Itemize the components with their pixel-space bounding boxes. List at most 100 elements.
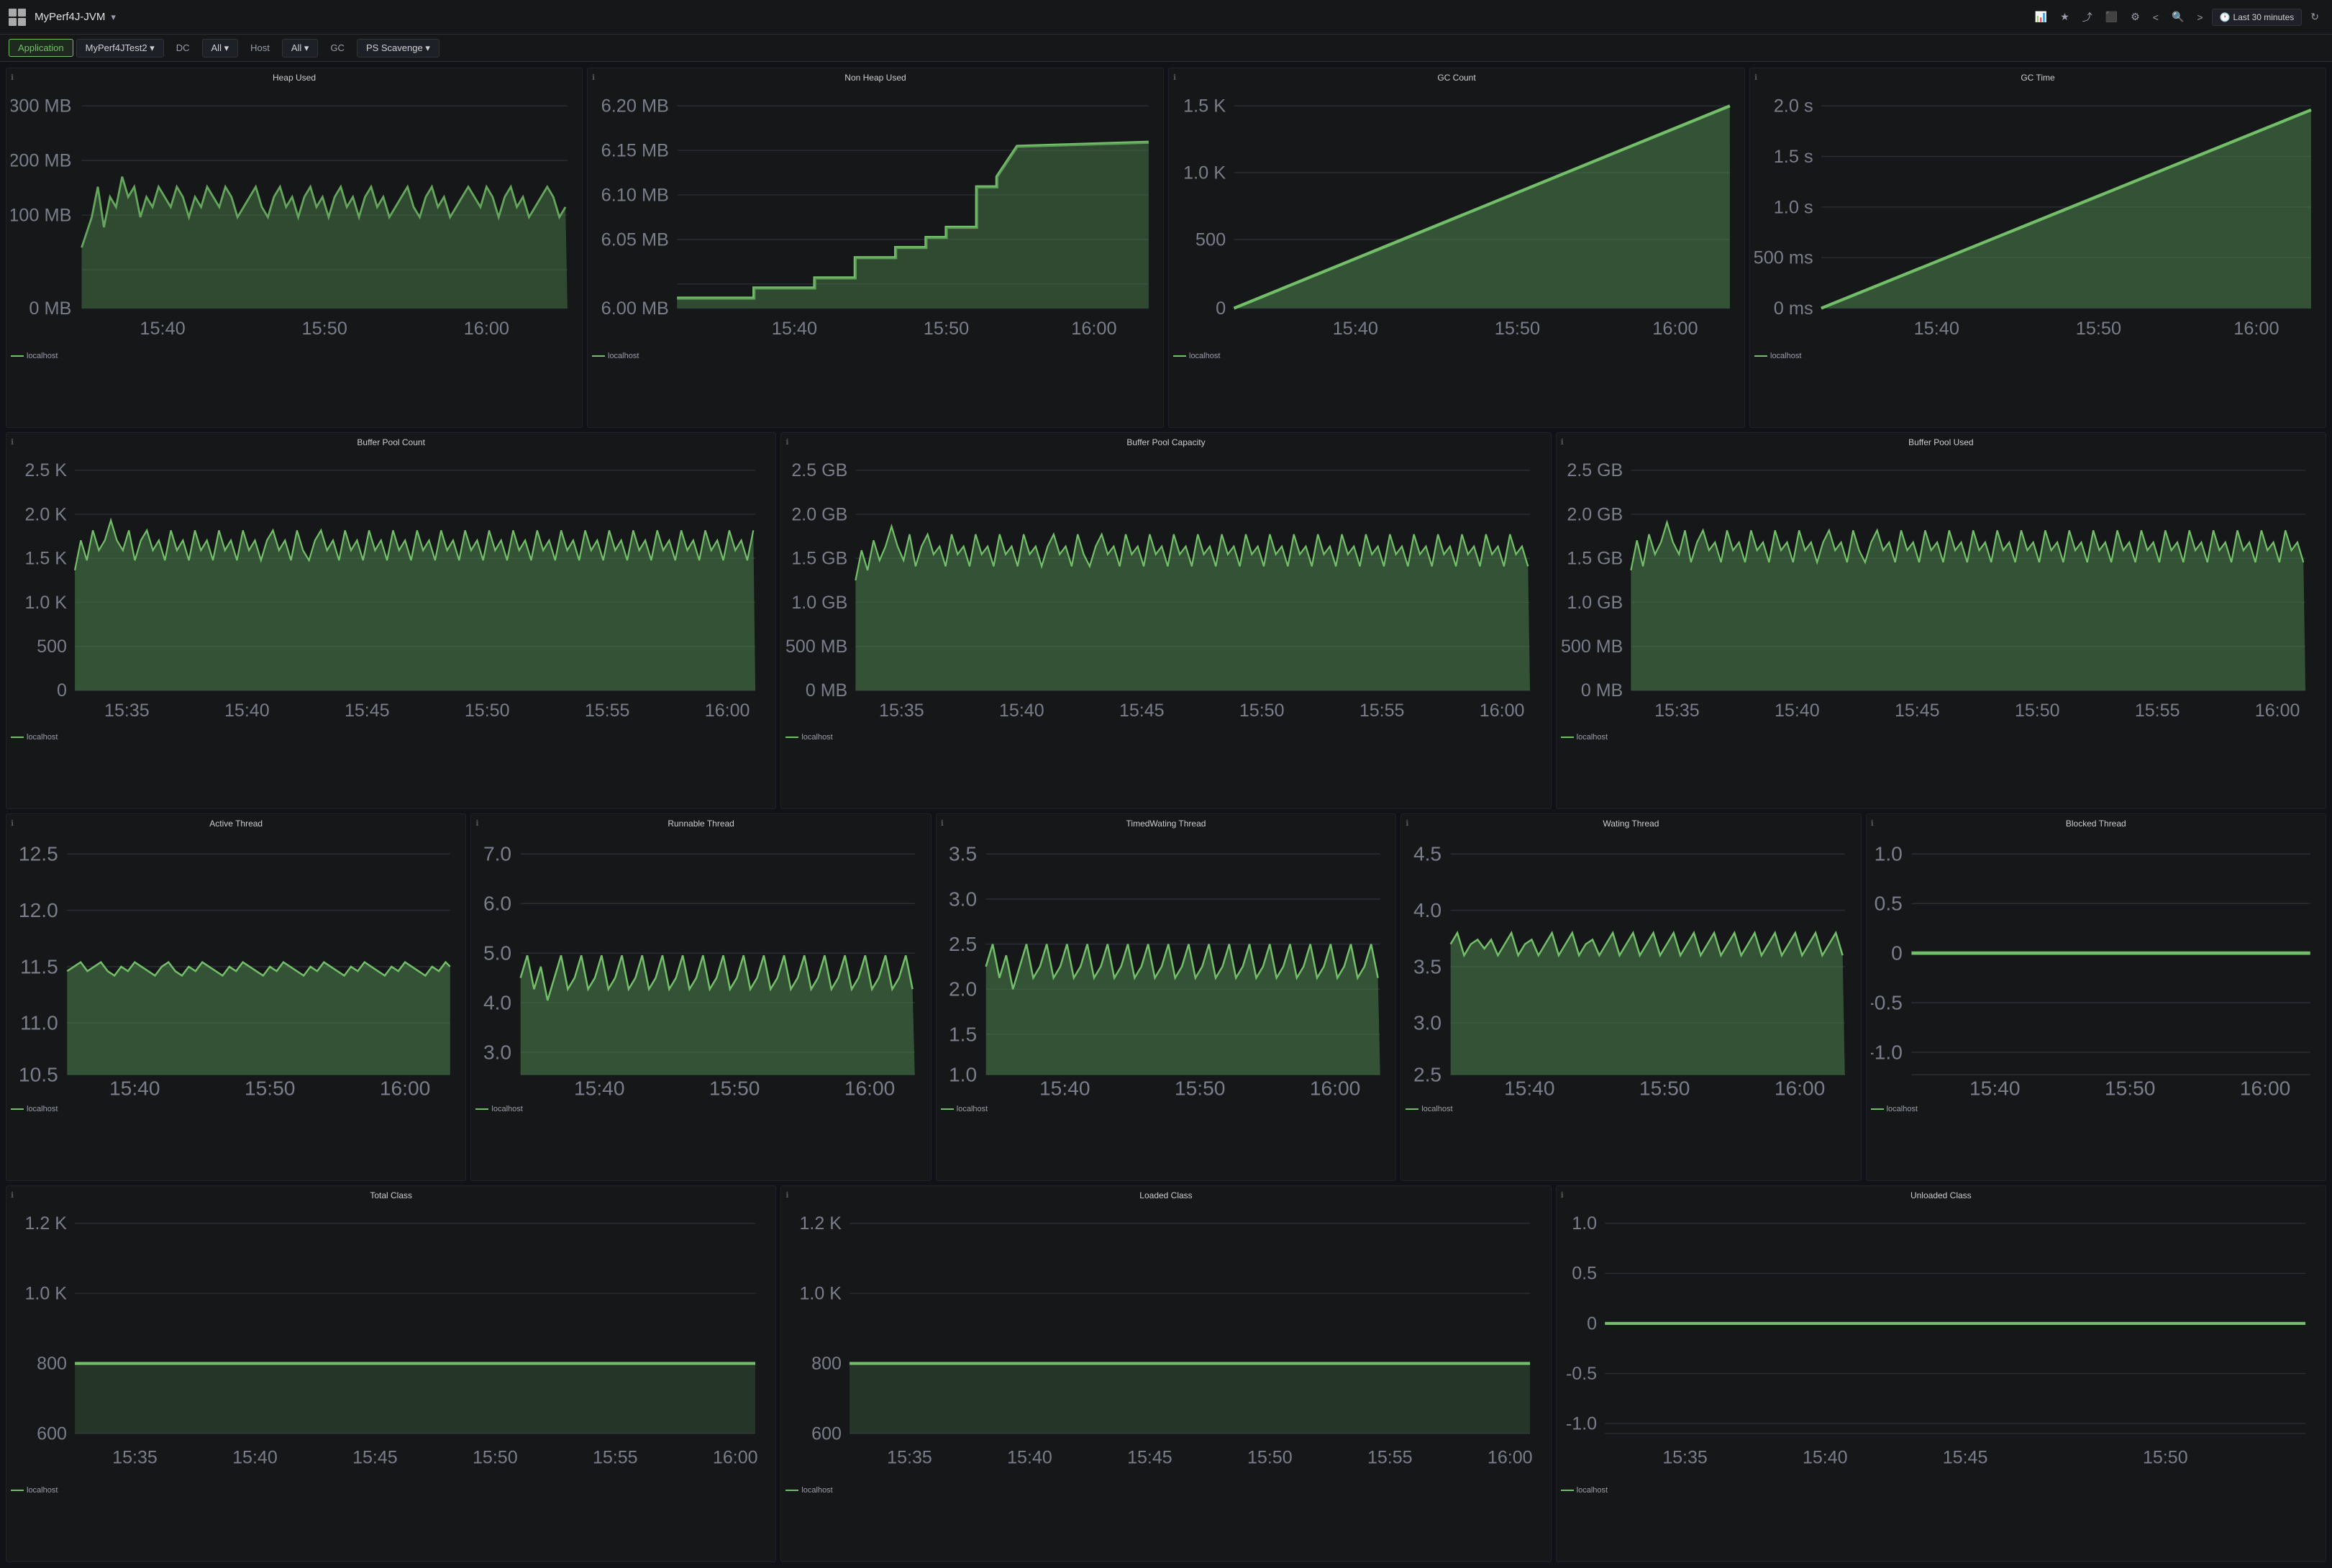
svg-text:15:40: 15:40 [1504,1076,1555,1099]
nav-back-btn[interactable]: < [2149,9,2163,26]
svg-text:12.0: 12.0 [19,898,58,921]
svg-text:15:50: 15:50 [473,1447,518,1467]
refresh-btn[interactable]: ↻ [2306,8,2323,26]
tab-psscavenge[interactable]: PS Scavenge ▾ [357,39,439,58]
svg-text:0 MB: 0 MB [1580,680,1622,701]
dashboard: ℹ Heap Used 300 MB 200 MB 100 MB 0 MB [0,62,2332,1568]
svg-text:15:35: 15:35 [112,1447,158,1467]
svg-text:15:35: 15:35 [1654,701,1700,721]
zoom-btn[interactable]: 🔍 [2167,8,2188,26]
svg-text:1.0 K: 1.0 K [24,592,67,612]
svg-text:15:55: 15:55 [2135,701,2180,721]
tab-all1[interactable]: All ▾ [202,39,239,58]
tab-all2[interactable]: All ▾ [282,39,319,58]
svg-text:1.5 GB: 1.5 GB [1567,548,1623,568]
svg-text:7.0: 7.0 [483,842,511,865]
title-dropdown-icon[interactable]: ▾ [111,12,116,23]
panel-non-heap-used: ℹ Non Heap Used 6.20 MB 6.15 MB 6.10 MB … [587,68,1164,428]
svg-text:1.0 K: 1.0 K [24,1283,67,1303]
legend-line-icon [11,355,24,357]
panel-total-class: ℹ Total Class 1.2 K 1.0 K 800 600 15:35 … [6,1185,776,1562]
svg-text:15:40: 15:40 [109,1076,160,1099]
chart-svg-gc-count: 1.5 K 1.0 K 500 0 15:40 15:50 16:00 [1173,86,1740,349]
svg-text:16:00: 16:00 [2233,319,2279,339]
svg-text:15:50: 15:50 [302,319,347,339]
svg-text:-1.0: -1.0 [1566,1413,1597,1433]
panel-info-icon: ℹ [1561,1190,1564,1200]
svg-text:200 MB: 200 MB [11,151,71,171]
settings-btn[interactable]: ⚙ [2126,8,2144,26]
chart-blocked-thread: 1.0 0.5 0 -0.5 -1.0 15:40 15:50 16:00 [1871,831,2321,1102]
panel-info-icon: ℹ [475,819,478,828]
panel-info-icon: ℹ [1173,73,1176,82]
panel-info-icon: ℹ [1406,819,1408,828]
chart-svg-heap-used: 300 MB 200 MB 100 MB 0 MB 15:40 15:50 16… [11,86,578,349]
svg-text:500 MB: 500 MB [785,637,847,657]
svg-text:800: 800 [811,1354,842,1374]
chart-runnable-thread: 7.0 6.0 5.0 4.0 3.0 15:40 15:50 16:00 [475,831,926,1102]
svg-text:15:40: 15:40 [232,1447,278,1467]
svg-text:1.0: 1.0 [1572,1213,1597,1234]
svg-text:15:40: 15:40 [1333,319,1378,339]
svg-text:0 MB: 0 MB [806,680,847,701]
chart-svg-loaded-class: 1.2 K 1.0 K 800 600 15:35 15:40 15:45 15… [785,1203,1546,1484]
panel-title-active-thread: Active Thread [11,819,461,829]
chart-icon-btn[interactable]: 📊 [2031,8,2051,26]
panel-title-heap-used: Heap Used [11,73,578,83]
svg-text:3.5: 3.5 [949,842,977,865]
nav-fwd-btn[interactable]: > [2192,9,2207,26]
svg-text:6.05 MB: 6.05 MB [601,229,669,250]
svg-text:6.10 MB: 6.10 MB [601,185,669,205]
panel-info-icon: ℹ [785,1190,788,1200]
panel-title-gc-time: GC Time [1754,73,2321,83]
legend-line-icon [11,1490,24,1491]
svg-text:500: 500 [37,637,67,657]
panel-runnable-thread: ℹ Runnable Thread 7.0 6.0 5.0 4.0 3.0 [470,813,931,1181]
tab-application[interactable]: Application [9,39,73,57]
tab-host[interactable]: Host [241,39,279,57]
save-btn[interactable]: ⬛ [2101,8,2122,26]
chart-svg-bpcap: 2.5 GB 2.0 GB 1.5 GB 1.0 GB 500 MB 0 MB … [785,450,1546,731]
svg-text:2.0 GB: 2.0 GB [1567,504,1623,524]
panel-title-timed-waiting: TimedWating Thread [941,819,1391,829]
svg-text:15:45: 15:45 [1895,701,1940,721]
row-4: ℹ Total Class 1.2 K 1.0 K 800 600 15:35 … [6,1185,2326,1562]
panel-title-unloaded-class: Unloaded Class [1561,1190,2321,1200]
panel-info-icon: ℹ [785,437,788,447]
panel-title-blocked-thread: Blocked Thread [1871,819,2321,829]
tab-gc[interactable]: GC [321,39,354,57]
tab-mytest[interactable]: MyPerf4JTest2 ▾ [76,39,164,58]
svg-text:500: 500 [1195,229,1226,250]
svg-text:2.5 GB: 2.5 GB [1567,460,1623,480]
chart-svg-blocked-thread: 1.0 0.5 0 -0.5 -1.0 15:40 15:50 16:00 [1871,831,2321,1102]
svg-text:15:35: 15:35 [888,1447,933,1467]
svg-text:2.0 GB: 2.0 GB [792,504,848,524]
svg-text:15:45: 15:45 [1127,1447,1172,1467]
chart-total-class: 1.2 K 1.0 K 800 600 15:35 15:40 15:45 15… [11,1203,771,1484]
svg-text:15:40: 15:40 [1007,1447,1052,1467]
time-range-btn[interactable]: 🕐 Last 30 minutes [2212,9,2303,26]
svg-text:16:00: 16:00 [1071,319,1116,339]
panel-legend-unloaded-class: localhost [1561,1486,2321,1495]
svg-text:15:50: 15:50 [1239,701,1285,721]
svg-text:2.5 GB: 2.5 GB [792,460,848,480]
svg-text:15:35: 15:35 [1662,1447,1708,1467]
svg-text:15:40: 15:40 [1914,319,1959,339]
panel-info-icon: ℹ [941,819,944,828]
panel-title-total-class: Total Class [11,1190,771,1200]
tab-dc[interactable]: DC [167,39,199,57]
share-btn[interactable]: ⤴ [2078,7,2097,27]
star-btn[interactable]: ★ [2056,8,2074,26]
svg-text:5.0: 5.0 [483,942,511,965]
legend-line-icon [941,1108,954,1110]
svg-text:100 MB: 100 MB [11,206,71,226]
panel-buffer-pool-count: ℹ Buffer Pool Count 2.5 K 2.0 K 1.5 K 1.… [6,432,776,809]
legend-line-icon [1871,1108,1884,1110]
svg-text:1.0: 1.0 [1874,842,1902,865]
svg-text:16:00: 16:00 [1310,1076,1361,1099]
svg-text:1.0 GB: 1.0 GB [1567,592,1623,612]
app-title: MyPerf4J-JVM [35,11,105,23]
svg-text:16:00: 16:00 [2254,701,2300,721]
svg-text:16:00: 16:00 [844,1076,896,1099]
svg-text:300 MB: 300 MB [11,96,71,117]
